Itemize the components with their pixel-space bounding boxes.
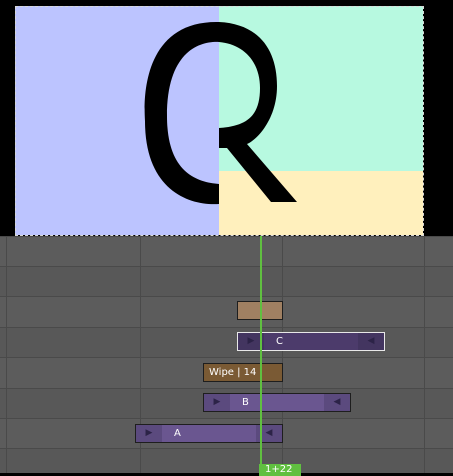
- strip-label: A: [174, 428, 181, 439]
- strip-left-handle-icon[interactable]: ▶: [204, 394, 230, 411]
- channel-row: [0, 327, 453, 358]
- wipe-effect-strip[interactable]: Wipe | 14: [203, 363, 283, 382]
- channel-row: [0, 296, 453, 327]
- channel-row: [0, 448, 453, 473]
- sequencer-timeline[interactable]: ▶ C ◀ Wipe | 14 ▶ B ◀ ▶ A ◀: [0, 236, 453, 473]
- playhead[interactable]: [260, 236, 262, 473]
- frame-gridline: [424, 236, 425, 473]
- preview-frame: [15, 6, 423, 235]
- frame-gridline: [6, 236, 7, 473]
- movie-strip-b[interactable]: ▶ B ◀: [203, 393, 351, 412]
- strip-label: C: [276, 336, 283, 347]
- strip-label: Wipe | 14: [209, 367, 257, 378]
- channel-row: [0, 236, 453, 267]
- strip-label: B: [242, 397, 249, 408]
- current-frame-indicator[interactable]: 1+22: [259, 464, 301, 476]
- strip-right-handle-icon[interactable]: ◀: [324, 394, 350, 411]
- strip-right-handle-icon[interactable]: ◀: [358, 333, 384, 350]
- preview-area: [0, 0, 453, 236]
- strip-left-handle-icon[interactable]: ▶: [136, 425, 162, 442]
- letter-glyph: [144, 21, 297, 205]
- channel-row: [0, 266, 453, 297]
